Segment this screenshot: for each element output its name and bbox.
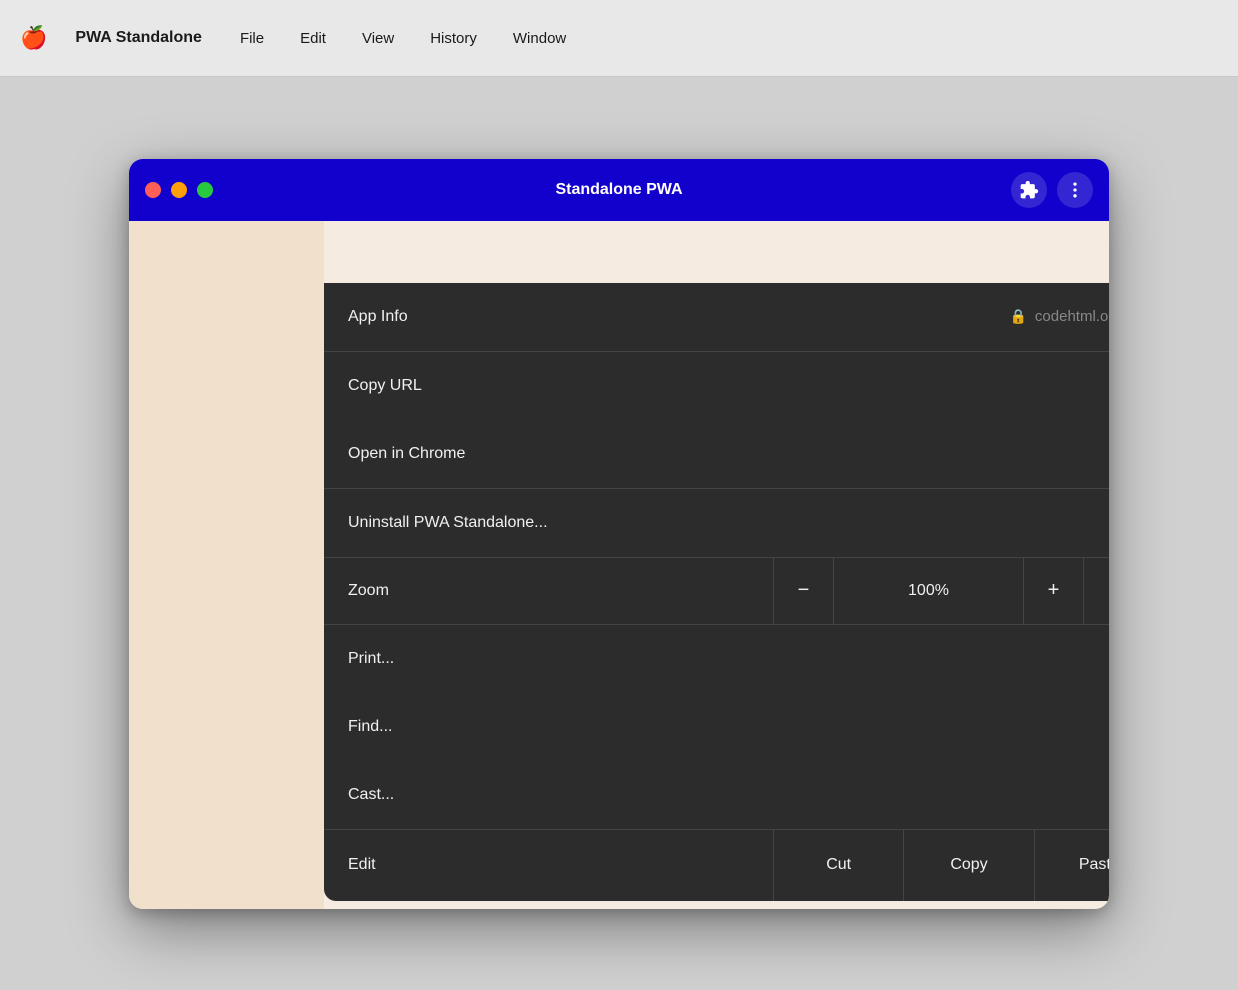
more-options-button[interactable]	[1057, 172, 1093, 208]
extensions-button[interactable]	[1011, 172, 1047, 208]
dropdown-menu: App Info 🔒 codehtml.online Copy URL Open…	[324, 283, 1109, 901]
zoom-row: Zoom − 100% +	[324, 557, 1109, 625]
copy-button[interactable]: Copy	[904, 830, 1034, 901]
zoom-value-display: 100%	[834, 558, 1024, 624]
zoom-label: Zoom	[324, 558, 774, 624]
open-chrome-label: Open in Chrome	[348, 445, 465, 463]
menu-open-chrome[interactable]: Open in Chrome	[324, 420, 1109, 488]
maximize-button[interactable]	[197, 182, 213, 198]
url-domain: codehtml.online	[1035, 308, 1109, 325]
pwa-window: Standalone PWA	[129, 159, 1109, 909]
menu-print[interactable]: Print... ⌘P	[324, 625, 1109, 693]
app-sidebar	[129, 221, 324, 909]
edit-section-label: Edit	[324, 830, 774, 901]
titlebar-actions	[1011, 172, 1093, 208]
menu-find[interactable]: Find... ⌘F	[324, 693, 1109, 761]
find-label: Find...	[348, 718, 392, 736]
menubar: 🍎 PWA Standalone File Edit View History …	[0, 0, 1238, 77]
menu-view[interactable]: View	[356, 28, 400, 49]
cast-label: Cast...	[348, 786, 394, 804]
app-name: PWA Standalone	[75, 29, 202, 47]
zoom-controls: − 100% +	[774, 558, 1109, 624]
menu-app-info[interactable]: App Info 🔒 codehtml.online	[324, 283, 1109, 351]
minimize-button[interactable]	[171, 182, 187, 198]
url-display: 🔒 codehtml.online	[1009, 308, 1109, 325]
traffic-lights	[145, 182, 213, 198]
print-label: Print...	[348, 650, 394, 668]
zoom-in-button[interactable]: +	[1024, 558, 1084, 624]
zoom-out-button[interactable]: −	[774, 558, 834, 624]
close-button[interactable]	[145, 182, 161, 198]
copy-url-label: Copy URL	[348, 377, 422, 395]
menu-cast[interactable]: Cast...	[324, 761, 1109, 829]
content-area: Standalone PWA	[0, 77, 1238, 990]
cut-button[interactable]: Cut	[774, 830, 904, 901]
edit-actions: Cut Copy Paste	[774, 830, 1109, 901]
uninstall-label: Uninstall PWA Standalone...	[348, 514, 548, 532]
apple-menu-icon[interactable]: 🍎	[20, 25, 47, 51]
menu-window[interactable]: Window	[507, 28, 572, 49]
app-content: App Info 🔒 codehtml.online Copy URL Open…	[129, 221, 1109, 909]
menu-file[interactable]: File	[234, 28, 270, 49]
paste-button[interactable]: Paste	[1035, 830, 1109, 901]
lock-icon: 🔒	[1009, 308, 1026, 325]
menu-uninstall[interactable]: Uninstall PWA Standalone...	[324, 489, 1109, 557]
edit-row: Edit Cut Copy Paste	[324, 829, 1109, 901]
menu-edit[interactable]: Edit	[294, 28, 332, 49]
dots-icon	[1065, 180, 1085, 200]
menu-history[interactable]: History	[424, 28, 483, 49]
zoom-fullscreen-button[interactable]	[1084, 558, 1109, 624]
window-title: Standalone PWA	[555, 181, 682, 199]
puzzle-icon	[1019, 180, 1039, 200]
menu-copy-url[interactable]: Copy URL	[324, 352, 1109, 420]
app-info-label: App Info	[348, 308, 408, 326]
titlebar: Standalone PWA	[129, 159, 1109, 221]
